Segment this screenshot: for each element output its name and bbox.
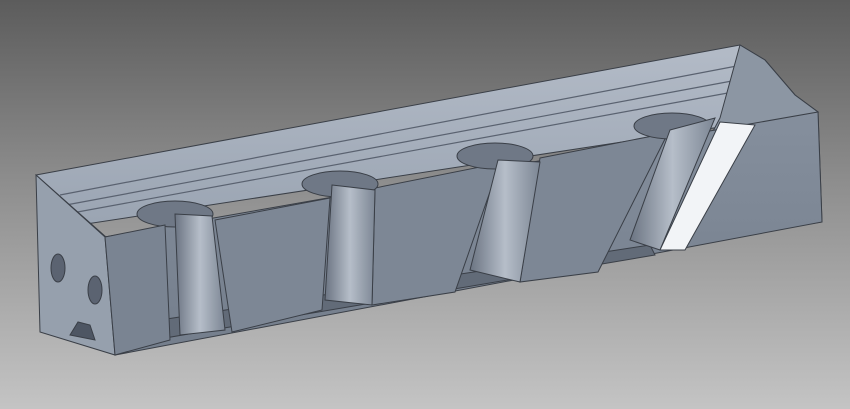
rail-model[interactable]: [0, 0, 850, 409]
end-hole-2: [87, 275, 103, 305]
rail-left-front-block: [104, 224, 171, 356]
segment-block-1: [214, 197, 331, 333]
end-hole-1: [50, 253, 66, 283]
cad-viewport[interactable]: [0, 0, 850, 409]
